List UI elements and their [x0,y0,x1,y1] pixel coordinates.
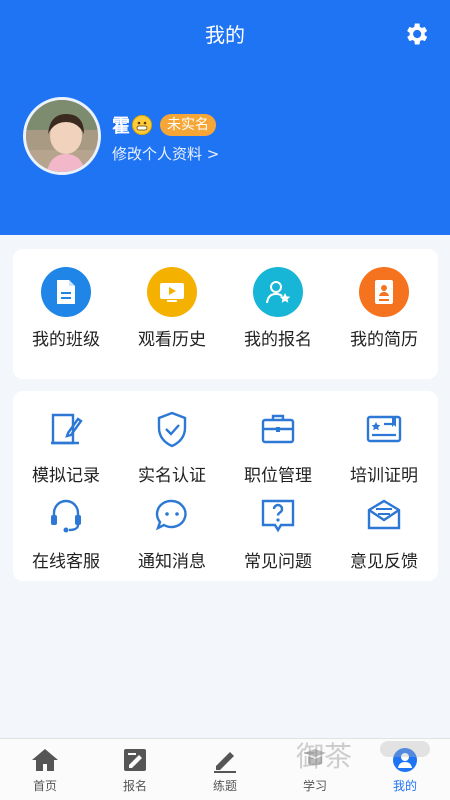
grin-emoji-icon [132,115,152,135]
edit-profile-link[interactable]: 修改个人资料 > [112,143,219,164]
watermark-logo [380,741,430,757]
edit-book-icon [51,413,83,445]
avatar-photo [26,100,98,172]
avatar[interactable] [23,97,101,175]
user-name: 霍 [112,116,130,137]
services-card: 模拟记录 实名认证 职位管理 培训证明 在线客服 通知消息 常见问题 意见反馈 [13,391,438,581]
service-label: 常见问题 [244,552,312,572]
quick-action-label: 我的简历 [350,330,418,350]
service-label: 模拟记录 [32,466,100,486]
play-icon [147,267,197,317]
headset-icon [51,499,81,533]
home-icon [32,749,58,771]
service-label: 通知消息 [138,552,206,572]
tab-label: 报名 [122,779,147,793]
service-feedback[interactable]: 意见反馈 [331,495,437,572]
shield-check-icon [157,411,187,448]
service-label: 实名认证 [138,466,206,486]
service-online-support[interactable]: 在线客服 [13,495,119,572]
signup-icon [124,749,146,771]
tab-label: 首页 [32,779,57,793]
quick-action-label: 我的班级 [32,330,100,350]
page-title: 我的 [205,23,245,47]
quick-action-watch-history[interactable]: 观看历史 [119,267,225,350]
certificate-icon [366,415,402,443]
tab-home[interactable]: 首页 [0,739,90,800]
quick-action-label: 观看历史 [138,330,206,350]
service-notifications[interactable]: 通知消息 [119,495,225,572]
gear-icon[interactable] [402,20,430,48]
question-icon [261,499,295,533]
chat-bubble-icon [155,499,187,531]
verification-status-badge[interactable]: 未实名 [160,114,216,136]
tab-signup[interactable]: 报名 [90,739,180,800]
service-label: 职位管理 [244,466,312,486]
profile-name-row: 霍 未实名 [112,113,216,137]
tab-label: 练题 [212,779,237,793]
quick-action-my-resume[interactable]: 我的简历 [331,267,437,350]
resume-icon [359,267,409,317]
service-label: 培训证明 [350,466,418,486]
service-label: 在线客服 [32,552,100,572]
tab-label: 我的 [392,779,417,793]
tab-practice[interactable]: 练题 [180,739,270,800]
document-icon [41,267,91,317]
service-job-management[interactable]: 职位管理 [225,409,331,486]
service-label: 意见反馈 [350,552,418,572]
service-mock-records[interactable]: 模拟记录 [13,409,119,486]
tab-study[interactable]: 学习 [270,739,360,800]
pencil-icon [214,752,236,773]
service-identity-verify[interactable]: 实名认证 [119,409,225,486]
quick-action-label: 我的报名 [244,330,312,350]
profile-header: 我的 霍 未实名 修改个人资料 > [0,0,450,235]
quick-actions-card: 我的班级 观看历史 我的报名 我的简历 [13,249,438,379]
service-training-certificate[interactable]: 培训证明 [331,409,437,486]
study-icon [304,749,326,766]
user-star-icon [253,267,303,317]
quick-action-my-class[interactable]: 我的班级 [13,267,119,350]
service-faq[interactable]: 常见问题 [225,495,331,572]
mail-icon [367,499,401,530]
quick-action-my-signup[interactable]: 我的报名 [225,267,331,350]
tab-label: 学习 [302,779,327,793]
briefcase-icon [261,414,295,444]
